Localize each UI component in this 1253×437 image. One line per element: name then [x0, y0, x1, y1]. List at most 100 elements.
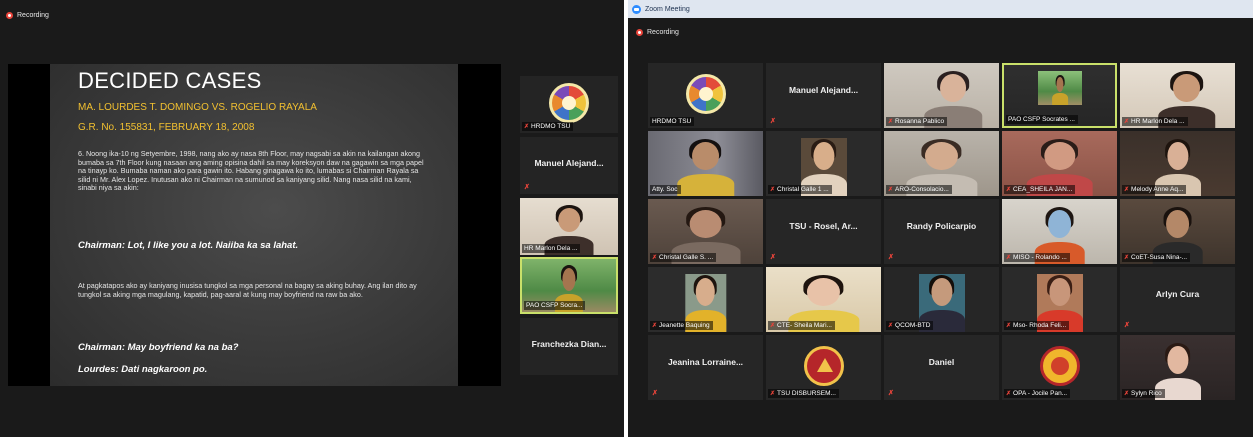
participant-label: ✗ CoET-Susa Nina-... [1122, 253, 1191, 262]
strip-tile-franchezka[interactable]: Franchezka Dian... [520, 318, 618, 375]
participant-name: Daniel [928, 357, 955, 367]
mic-muted-icon: ✗ [1006, 255, 1012, 261]
participant-label: ✗ Christal Galle S. ... [650, 253, 717, 262]
zoom-app-icon [632, 4, 641, 14]
mic-muted-icon: ✗ [770, 323, 776, 329]
participant-label: ✗ CTE- Sheila Mari... [768, 321, 835, 330]
gallery-tile-opa-jocile[interactable]: ✗ OPA - Jocile Pan... [1002, 335, 1117, 400]
recording-label: Recording [647, 29, 679, 36]
slide-paragraph-2: At pagkatapos ako ay kaniyang inusisa tu… [78, 281, 417, 299]
gallery-tile-manuel[interactable]: Manuel Alejand... ✗ [766, 63, 881, 128]
gallery-tile-daniel[interactable]: Daniel ✗ [884, 335, 999, 400]
strip-tile-marlon[interactable]: HR Marlon Dela ... [520, 198, 618, 255]
mic-muted-icon: ✗ [1124, 187, 1130, 193]
participant-label: ✗ Mso- Rhoda Feli... [1004, 321, 1070, 330]
window-titlebar: Zoom Meeting [628, 0, 1253, 18]
participant-label: ✗ Rosanna Pablico [886, 117, 948, 126]
gallery-tile-miso-rolando[interactable]: ✗ MISO - Rolando ... [1002, 199, 1117, 264]
slide-quote-2: Chairman: May boyfriend ka na ba? [78, 342, 239, 353]
participant-label: ✗ ARO-Consolacio... [886, 185, 952, 194]
participant-label: PAO CSFP Socrates ... [1006, 115, 1078, 124]
participant-label: Atty. Soc [650, 185, 681, 194]
participant-label: ✗ Christal Galle 1 ... [768, 185, 832, 194]
gallery-tile-randy[interactable]: Randy Policarpio ✗ [884, 199, 999, 264]
mic-muted-icon: ✗ [652, 323, 658, 329]
opa-seal-icon [1039, 345, 1080, 386]
mic-muted-icon: ✗ [888, 119, 894, 125]
slide-paragraph-1: 6. Noong ika-10 ng Setyembre, 1998, nang… [78, 149, 424, 193]
slide-quote-1: Chairman: Lot, I like you a lot. Naiiba … [78, 240, 299, 251]
recording-dot-icon [636, 29, 643, 36]
gallery-tile-pao-active-speaker[interactable]: PAO CSFP Socrates ... [1002, 63, 1117, 128]
window-title: Zoom Meeting [645, 5, 690, 13]
recording-dot-icon [6, 12, 13, 19]
hrdmo-logo-icon [685, 73, 726, 114]
participant-label: ✗ HR Marlon Dela ... [1122, 117, 1188, 126]
left-meeting-window: Recording DECIDED CASES MA. LOURDES T. D… [0, 0, 624, 437]
gallery-tile-hrdmo[interactable]: HRDMO TSU [648, 63, 763, 128]
gallery-tile-sylyn[interactable]: ✗ Sylyn Rico [1120, 335, 1235, 400]
gallery-tile-tsu-rosel[interactable]: TSU - Rosel, Ar... ✗ [766, 199, 881, 264]
participant-name: TSU - Rosel, Ar... [789, 221, 858, 231]
gallery-tile-coet-susa[interactable]: ✗ CoET-Susa Nina-... [1120, 199, 1235, 264]
mic-muted-icon: ✗ [1006, 323, 1012, 329]
slide-case-title: MA. LOURDES T. DOMINGO VS. ROGELIO RAYAL… [78, 102, 317, 113]
participant-label: HRDMO TSU [650, 117, 695, 126]
mic-muted-icon: ✗ [1124, 391, 1130, 397]
mic-muted-icon: ✗ [1006, 391, 1012, 397]
mic-muted-icon: ✗ [770, 391, 776, 397]
participant-label: ✗ CEA_SHEILA JAN... [1004, 185, 1076, 194]
strip-tile-manuel[interactable]: Manuel Alejand... ✗ [520, 137, 618, 194]
mic-muted-icon: ✗ [1124, 322, 1130, 329]
mic-muted-icon: ✗ [524, 184, 530, 191]
participant-video [676, 138, 735, 196]
gallery-tile-christal-s[interactable]: ✗ Christal Galle S. ... [648, 199, 763, 264]
participant-name: Franchezka Dian... [531, 339, 607, 349]
participant-label: ✗ Sylyn Rico [1122, 389, 1165, 398]
slide-quote-3: Lourdes: Dati nagkaroon po. [78, 364, 208, 375]
mic-muted-icon: ✗ [770, 118, 776, 125]
gallery-tile-jeanina[interactable]: Jeanina Lorraine... ✗ [648, 335, 763, 400]
mic-muted-icon: ✗ [524, 124, 530, 130]
participant-label: ✗ QCOM-BTD [886, 321, 934, 330]
strip-tile-pao-active-speaker[interactable]: PAO CSFP Socra... [520, 257, 618, 314]
gallery-tile-arlyn[interactable]: Arlyn Cura ✗ [1120, 267, 1235, 332]
mic-muted-icon: ✗ [652, 390, 658, 397]
mic-muted-icon: ✗ [652, 255, 658, 261]
gallery-tile-jeanette[interactable]: ✗ Jeanette Baquing [648, 267, 763, 332]
mic-muted-icon: ✗ [1124, 119, 1130, 125]
shared-screen: DECIDED CASES MA. LOURDES T. DOMINGO VS.… [8, 64, 501, 386]
mic-muted-icon: ✗ [770, 187, 776, 193]
gallery-tile-tsu-disbursement[interactable]: ✗ TSU DISBURSEM... [766, 335, 881, 400]
participant-video [1038, 71, 1082, 105]
gallery-tile-rosanna[interactable]: ✗ Rosanna Pablico [884, 63, 999, 128]
gallery-tile-christal-1[interactable]: ✗ Christal Galle 1 ... [766, 131, 881, 196]
participant-label: ✗ MISO - Rolando ... [1004, 253, 1070, 262]
gallery-tile-hr-marlon[interactable]: ✗ HR Marlon Dela ... [1120, 63, 1235, 128]
participant-name: Manuel Alejand... [534, 158, 604, 168]
gallery-tile-melody[interactable]: ✗ Melody Anne Aq... [1120, 131, 1235, 196]
recording-indicator: Recording [636, 29, 679, 36]
gallery-tile-cea-sheila[interactable]: ✗ CEA_SHEILA JAN... [1002, 131, 1117, 196]
gallery-tile-qcom-btd[interactable]: ✗ QCOM-BTD [884, 267, 999, 332]
mic-muted-icon: ✗ [770, 254, 776, 261]
participant-name: Arlyn Cura [1155, 289, 1200, 299]
participant-name: Jeanina Lorraine... [667, 357, 744, 367]
mic-muted-icon: ✗ [888, 254, 894, 261]
hrdmo-logo-icon [549, 82, 589, 123]
mic-muted-icon: ✗ [1006, 187, 1012, 193]
gallery-tile-mso-rhoda[interactable]: ✗ Mso- Rhoda Feli... [1002, 267, 1117, 332]
participant-label: ✗ HRDMO TSU [522, 122, 574, 131]
right-meeting-window: Zoom Meeting Recording HRDMO TSU Manuel … [628, 0, 1253, 437]
gallery-tile-aro-consolacion[interactable]: ✗ ARO-Consolacio... [884, 131, 999, 196]
participant-name: Manuel Alejand... [788, 85, 859, 95]
gallery-tile-cte-sheila[interactable]: ✗ CTE- Sheila Mari... [766, 267, 881, 332]
strip-tile-hrdmo[interactable]: ✗ HRDMO TSU [520, 76, 618, 133]
recording-indicator: Recording [6, 12, 49, 19]
participant-label: PAO CSFP Socra... [524, 301, 586, 310]
slide-title: DECIDED CASES [78, 68, 262, 93]
mic-muted-icon: ✗ [888, 323, 894, 329]
gallery-tile-atty-soc[interactable]: Atty. Soc [648, 131, 763, 196]
mic-muted-icon: ✗ [888, 187, 894, 193]
participant-label: ✗ Jeanette Baquing [650, 321, 713, 330]
